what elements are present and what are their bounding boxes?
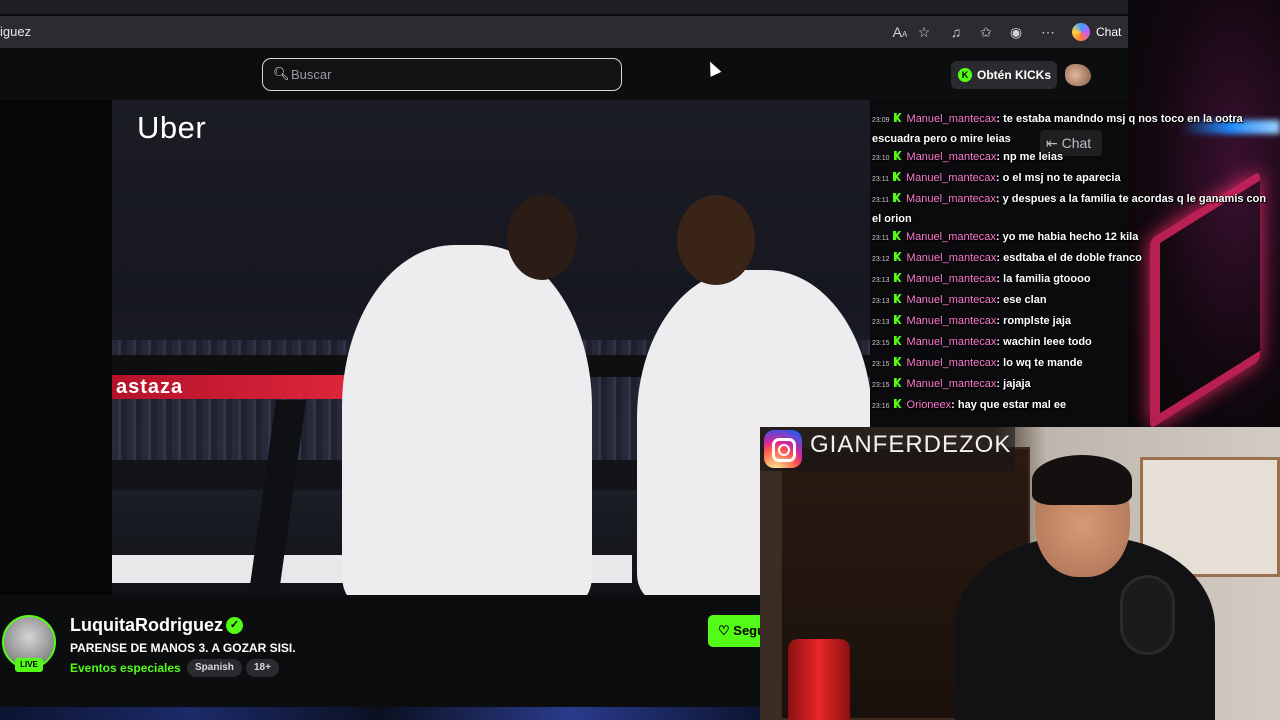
tag-age-rating[interactable]: 18+ bbox=[246, 659, 279, 677]
verified-check-icon: ✓ bbox=[226, 617, 243, 634]
kick-badge-icon bbox=[893, 294, 902, 303]
kick-badge-icon bbox=[893, 172, 901, 181]
more-options-icon[interactable]: ⋯ bbox=[1038, 22, 1058, 42]
bottom-glow bbox=[0, 707, 760, 720]
kick-badge-icon bbox=[893, 193, 901, 202]
chat-message: 23:12 Manuel_mantecax: esdtaba el de dobl… bbox=[872, 252, 1142, 264]
stream-category[interactable]: Eventos especiales bbox=[70, 661, 181, 675]
stream-title: PARENSE DE MANOS 3. A GOZAR SISI. bbox=[70, 641, 296, 655]
chat-message: 23:10 Manuel_mantecax: np me leias bbox=[872, 151, 1064, 163]
copilot-icon bbox=[1072, 23, 1090, 41]
thermos bbox=[788, 639, 850, 720]
kick-badge-icon bbox=[893, 252, 902, 261]
kick-badge-icon bbox=[893, 113, 902, 122]
webcam-overlay: GIANFERDEZOK bbox=[760, 427, 1280, 720]
url-text[interactable]: iguez bbox=[0, 24, 31, 39]
kick-badge-icon bbox=[893, 151, 902, 160]
kick-badge-icon bbox=[893, 378, 902, 387]
kick-coin-icon: K bbox=[958, 68, 972, 82]
media-icon[interactable]: ♫ bbox=[946, 22, 966, 42]
instagram-handle: GIANFERDEZOK bbox=[810, 431, 1012, 458]
chat-message: 23:13 Manuel_mantecax: la familia gtoooo bbox=[872, 273, 1091, 285]
follow-button[interactable]: ♡ Seguir bbox=[708, 615, 760, 647]
site-header: 🔍︎ K Obtén KICKs bbox=[0, 48, 1128, 100]
read-aloud-icon[interactable]: AA bbox=[890, 22, 910, 42]
search-icon: 🔍︎ bbox=[273, 66, 290, 81]
chat-message: 23:15 Manuel_mantecax: lo wq te mande bbox=[872, 357, 1083, 369]
profile-icon[interactable]: ◉ bbox=[1006, 22, 1026, 42]
sidebar-collapsed bbox=[0, 100, 112, 595]
user-avatar[interactable] bbox=[1065, 64, 1091, 86]
presenter-right-head bbox=[677, 195, 755, 285]
copilot-chat-label: Chat bbox=[1096, 25, 1122, 39]
chat-message: 23:11 Manuel_mantecax: o el msj no te apa… bbox=[872, 172, 1121, 184]
kick-badge-icon bbox=[893, 399, 902, 408]
kick-badge-icon bbox=[893, 315, 902, 324]
streamer-name[interactable]: LuquitaRodriguez bbox=[70, 615, 223, 636]
address-bar[interactable]: iguez AA ☆ ♫ ✩ ◉ ⋯ Chat bbox=[0, 16, 1128, 48]
get-kicks-button[interactable]: K Obtén KICKs bbox=[951, 61, 1057, 89]
chat-message: 23:09 Manuel_mantecax: te estaba mandndo … bbox=[872, 113, 1243, 145]
copilot-chat-button[interactable]: Chat bbox=[1066, 19, 1126, 45]
chat-message: 23:11 Manuel_mantecax: y despues a la fam… bbox=[872, 193, 1267, 225]
sponsor-logo: Uber bbox=[137, 110, 207, 145]
kick-badge-icon bbox=[893, 231, 901, 240]
presenter-left-head bbox=[507, 195, 577, 280]
kick-badge-icon bbox=[893, 336, 902, 345]
chat-message: 23:13 Manuel_mantecax: romplste jaja bbox=[872, 315, 1071, 327]
browser-tab-strip bbox=[0, 0, 1128, 14]
video-player[interactable]: astaza Uber bbox=[112, 100, 870, 595]
streamer-hair bbox=[1032, 455, 1132, 505]
ring-banner: astaza bbox=[112, 375, 372, 399]
live-badge: LIVE bbox=[15, 658, 43, 672]
tag-language[interactable]: Spanish bbox=[187, 659, 242, 677]
search-input[interactable] bbox=[291, 64, 611, 84]
kick-badge-icon bbox=[893, 357, 902, 366]
get-kicks-label: Obtén KICKs bbox=[977, 68, 1052, 82]
favorites-icon[interactable]: ✩ bbox=[976, 22, 996, 42]
chat-message: 23:15 Manuel_mantecax: jajaja bbox=[872, 378, 1031, 390]
kick-badge-icon bbox=[893, 273, 902, 282]
chat-message: 23:13 Manuel_mantecax: ese clan bbox=[872, 294, 1047, 306]
chat-message: 23:11 Manuel_mantecax: yo me habia hecho … bbox=[872, 231, 1139, 243]
follow-label: Seguir bbox=[733, 623, 760, 638]
instagram-badge: GIANFERDEZOK bbox=[760, 427, 1015, 471]
search-box[interactable]: 🔍︎ bbox=[262, 58, 622, 91]
favorite-star-icon[interactable]: ☆ bbox=[914, 22, 934, 42]
presenter-left bbox=[342, 245, 592, 595]
microphone bbox=[1120, 575, 1175, 655]
instagram-icon bbox=[764, 430, 802, 468]
chat-message: 23:16 Orioneex: hay que estar mal ee bbox=[872, 399, 1067, 411]
screen: iguez AA ☆ ♫ ✩ ◉ ⋯ Chat 🔍︎ K Obtén KICKs… bbox=[0, 0, 1280, 720]
chat-message: 23:15 Manuel_mantecax: wachin leee todo bbox=[872, 336, 1092, 348]
stream-info-bar: LIVE LuquitaRodriguez ✓ PARENSE DE MANOS… bbox=[0, 595, 760, 707]
